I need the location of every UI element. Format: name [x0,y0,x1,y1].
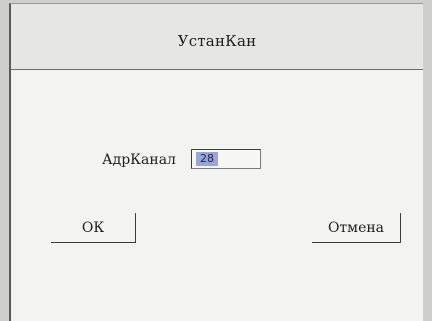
ok-button[interactable]: ОК [51,213,136,243]
dialog-window: УстанКан АдрКанал 28 ОК Отмена [9,3,423,321]
dialog-titlebar: УстанКан [11,4,423,70]
channel-address-label: АдрКанал [102,152,176,168]
screen: УстанКан АдрКанал 28 ОК Отмена [0,0,432,321]
cancel-button[interactable]: Отмена [312,213,401,243]
dialog-title: УстанКан [177,32,257,50]
channel-address-input[interactable]: 28 [191,149,261,169]
channel-address-value: 28 [196,152,218,166]
